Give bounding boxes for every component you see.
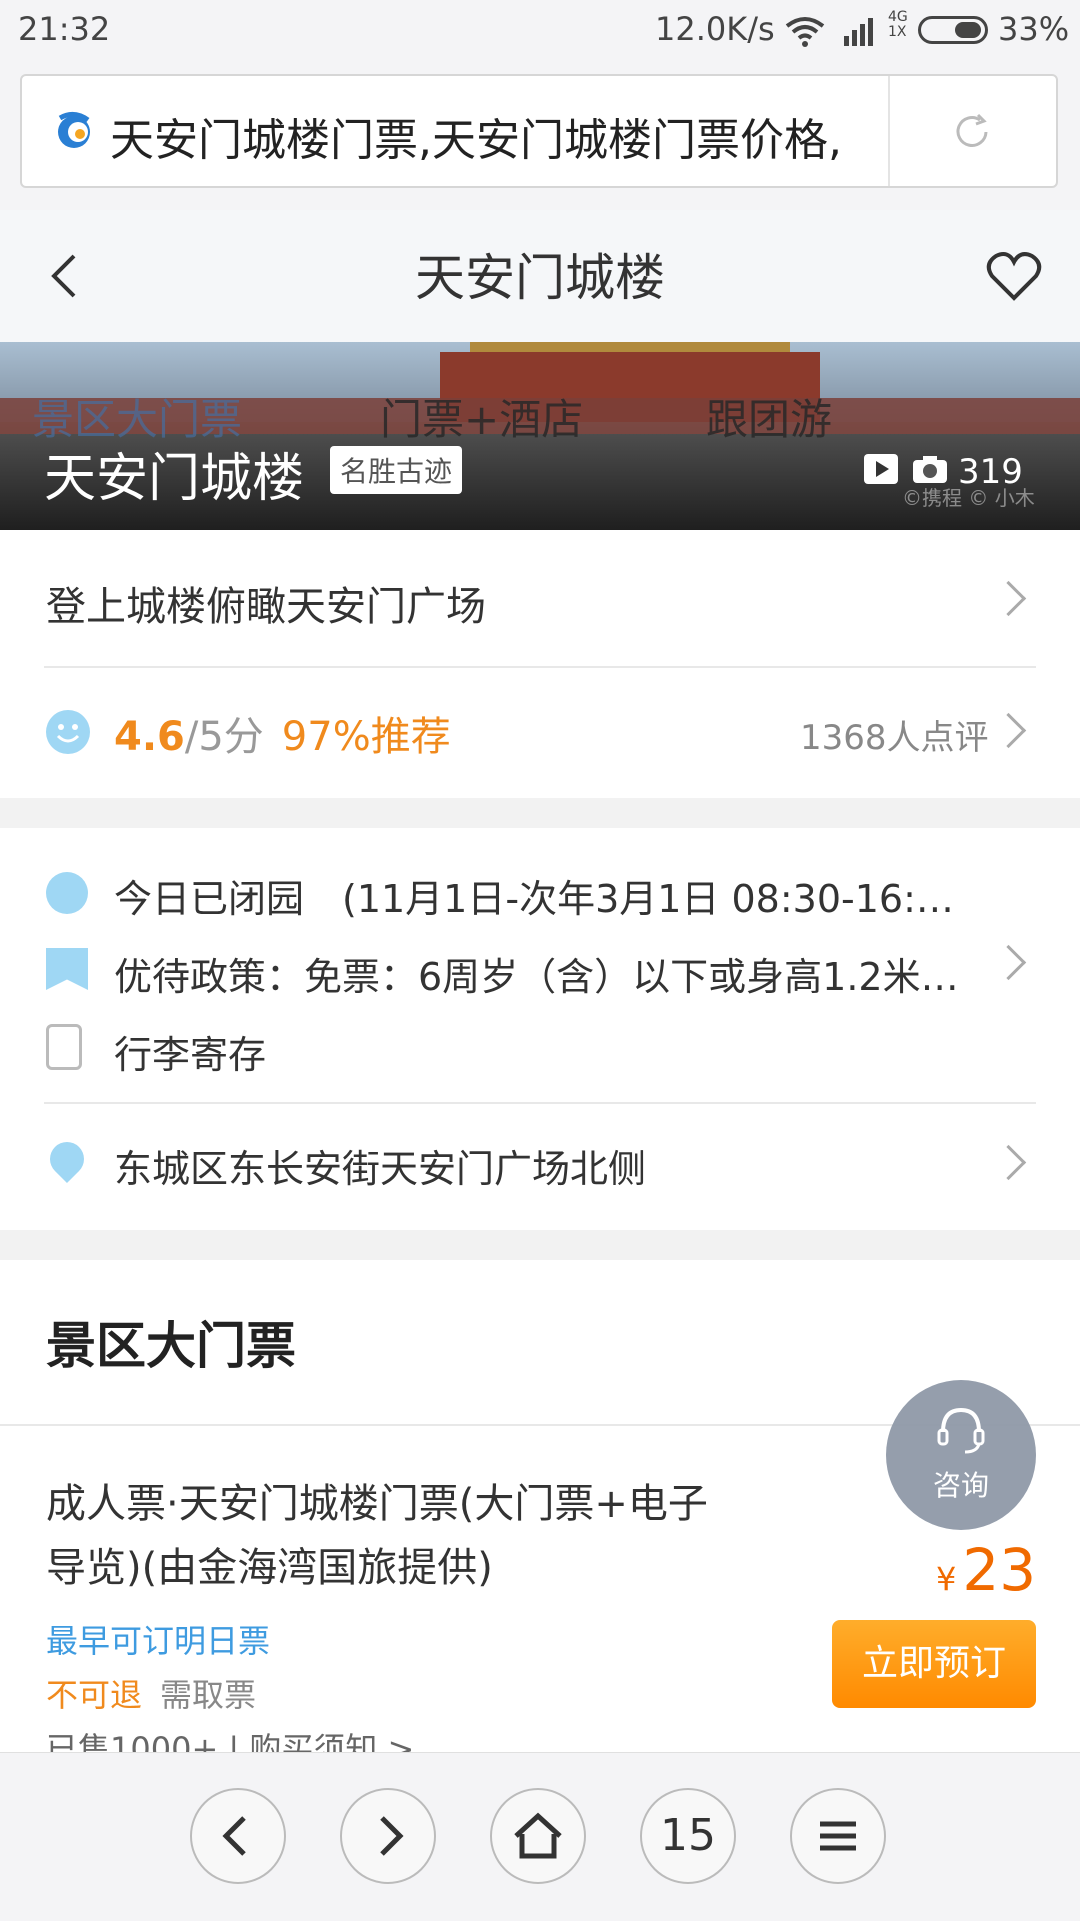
nav-forward-button[interactable] — [340, 1788, 436, 1884]
page-title: 天安门城楼 — [415, 249, 665, 307]
luggage-storage: 行李寄存 — [114, 1033, 267, 1077]
tab-ticket-hotel[interactable]: 门票+酒店 — [380, 386, 583, 447]
rating-suffix: /5分 — [184, 714, 264, 760]
photo-watermark: ©携程 © 小木 — [902, 486, 1035, 510]
nav-menu-button[interactable] — [790, 1788, 886, 1884]
divider — [44, 1102, 1036, 1104]
battery-icon — [918, 16, 988, 44]
rating-score: 4.6 — [114, 714, 185, 760]
status-time: 21:32 — [18, 10, 111, 48]
headset-icon — [937, 1407, 985, 1454]
clock-icon — [46, 872, 88, 914]
menu-icon — [820, 1821, 856, 1851]
currency-symbol: ¥ — [936, 1560, 957, 1598]
status-speed: 12.0K/s — [655, 10, 775, 48]
battery-percent: 33% — [998, 10, 1070, 48]
earliest-booking-tag: 最早可订明日票 — [46, 1622, 271, 1660]
divider — [44, 666, 1036, 668]
ticket-name[interactable]: 成人票·天安门城楼门票(大门票+电子导览)(由金海湾国旅提供) — [46, 1472, 746, 1600]
back-icon — [222, 1816, 246, 1856]
opening-hours: 今日已闭园 (11月1日-次年3月1日 08:30-16:00... — [114, 877, 974, 921]
address[interactable]: 东城区东长安街天安门广场北侧 — [114, 1138, 646, 1193]
consult-label: 咨询 — [932, 1469, 989, 1502]
book-now-button[interactable]: 立即预订 — [832, 1620, 1036, 1708]
signal-icon — [844, 18, 873, 46]
intro-text[interactable]: 登上城楼俯瞰天安门广场 — [46, 574, 486, 632]
site-logo-icon — [58, 112, 90, 148]
address-text[interactable]: 天安门城楼门票,天安门城楼门票价格, — [110, 104, 870, 168]
ticket-price: ¥23 — [936, 1536, 1036, 1604]
reload-icon[interactable] — [952, 112, 992, 152]
home-icon — [514, 1812, 562, 1859]
tab-group-tour[interactable]: 跟团游 — [706, 386, 832, 447]
nav-tabs-button[interactable]: 15 — [640, 1788, 736, 1884]
pickup-tag: 需取票 — [160, 1676, 257, 1714]
recommend-rate: 97%推荐 — [281, 714, 451, 760]
rating-summary: 4.6/5分 97%推荐 — [114, 704, 451, 762]
nav-back-button[interactable] — [190, 1788, 286, 1884]
consult-button[interactable]: 咨询 — [886, 1380, 1036, 1530]
address-divider — [888, 76, 890, 186]
category-badge: 名胜古迹 — [330, 446, 463, 494]
favorite-heart-icon[interactable] — [986, 250, 1042, 302]
refund-tag: 不可退 — [46, 1676, 143, 1714]
nav-home-button[interactable] — [490, 1788, 586, 1884]
tab-count: 15 — [660, 1810, 716, 1861]
smile-icon — [46, 710, 90, 754]
video-icon[interactable] — [864, 454, 898, 484]
tickets-section-title: 景区大门票 — [46, 1317, 296, 1375]
attraction-name: 天安门城楼 — [44, 449, 305, 509]
camera-icon[interactable] — [912, 454, 948, 484]
status-bar: 21:32 12.0K/s 4G 1X 33% — [0, 0, 1080, 62]
forward-icon — [380, 1816, 404, 1856]
price-value: 23 — [962, 1536, 1037, 1604]
discount-policy[interactable]: 优待政策：免票：6周岁（含）以下或身高1.2米（含... — [114, 946, 984, 1001]
network-type: 4G 1X — [888, 9, 908, 40]
review-count[interactable]: 1368人点评 — [800, 710, 989, 759]
wifi-icon — [785, 17, 825, 47]
luggage-icon — [46, 1024, 82, 1070]
